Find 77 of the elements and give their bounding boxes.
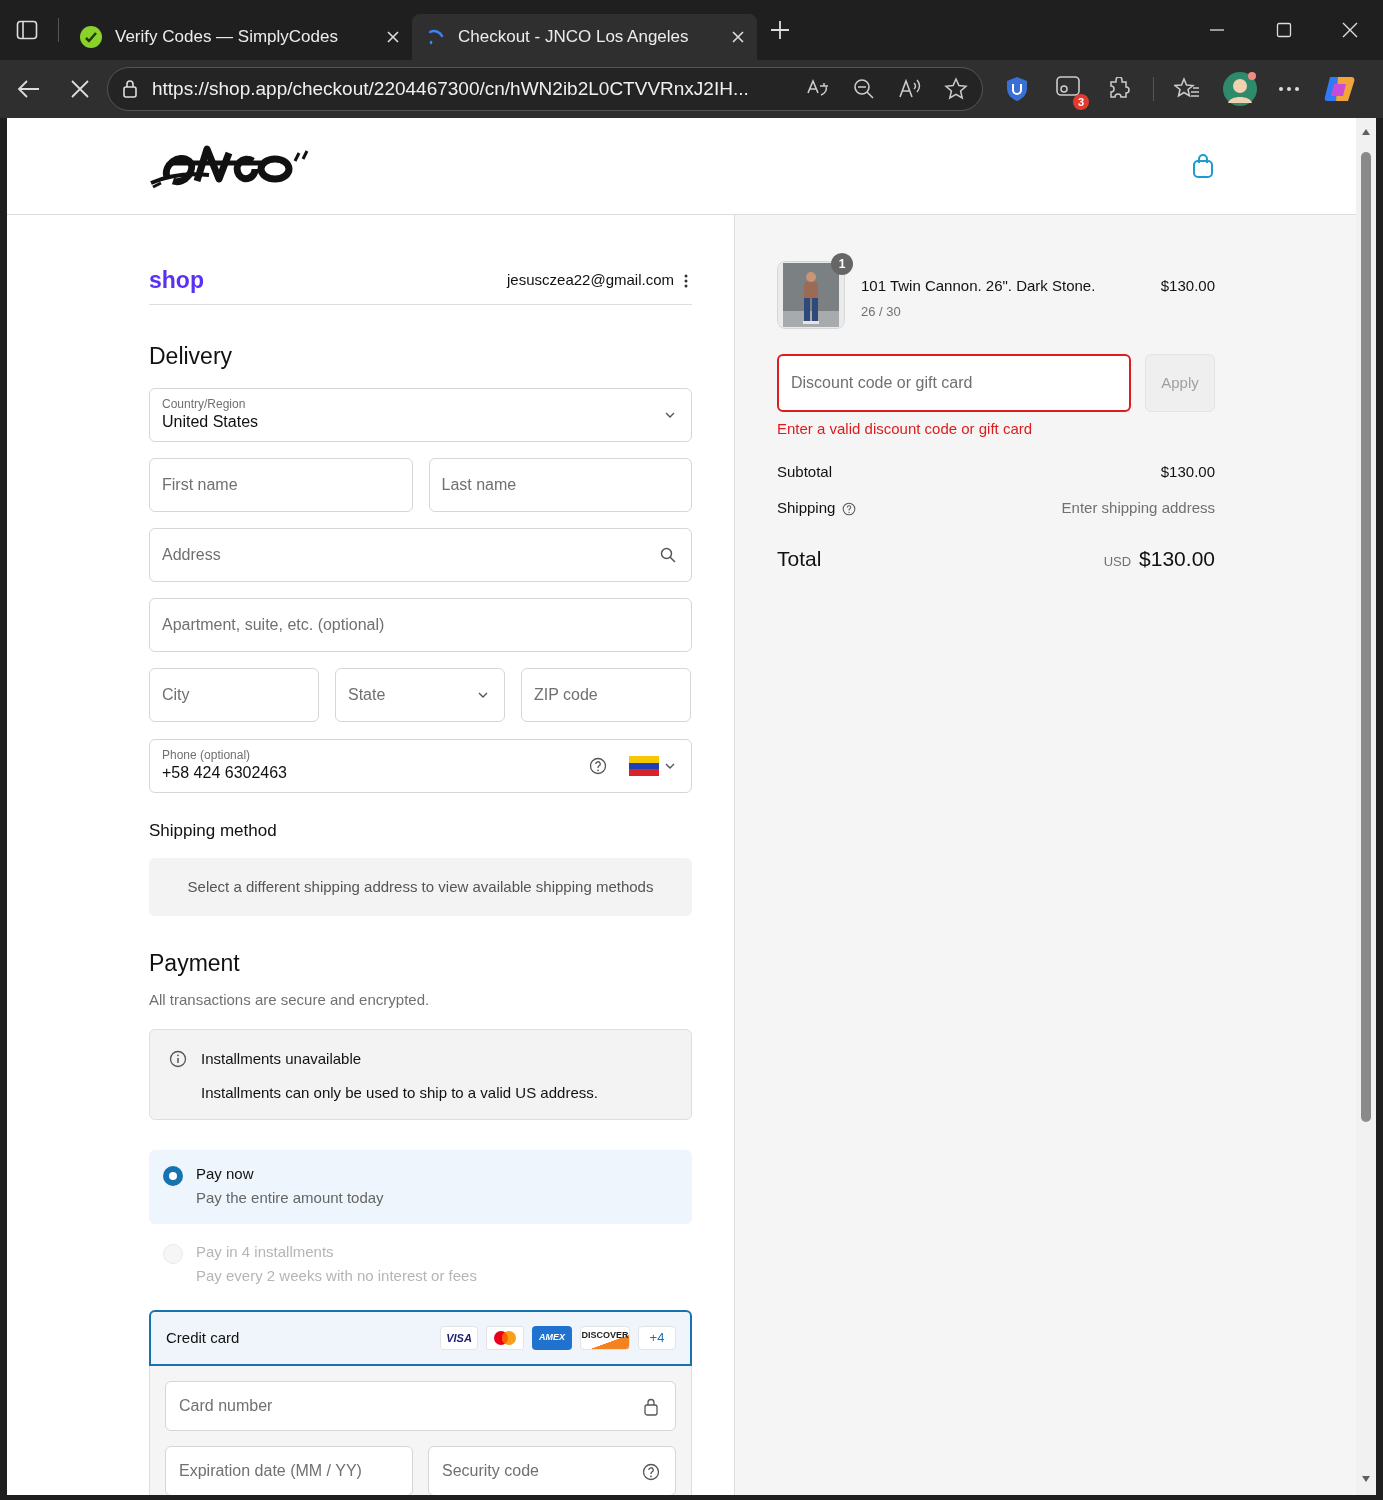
scroll-up-icon[interactable]: [1361, 128, 1371, 136]
chevron-down-icon[interactable]: [665, 762, 675, 769]
payment-option: Pay in 4 installments Pay every 2 weeks with no interest or fees: [149, 1234, 692, 1290]
maximize-icon[interactable]: [1276, 22, 1292, 38]
country-select[interactable]: Country/Region United States: [149, 387, 692, 442]
lock-icon: [122, 80, 138, 98]
summary-value: Enter shipping address: [1061, 498, 1215, 519]
scroll-down-icon[interactable]: [1361, 1475, 1371, 1483]
summary-label: Shipping: [777, 498, 836, 519]
country-flag-icon[interactable]: [629, 755, 659, 776]
close-icon[interactable]: [1342, 22, 1358, 38]
more-icon[interactable]: [1278, 86, 1300, 92]
product-price: $130.00: [1160, 276, 1215, 296]
card-brand-logo: VISA: [440, 1326, 478, 1350]
more-brands-badge: +4: [638, 1326, 676, 1350]
browser-tab[interactable]: Verify Codes — SimplyCodes: [67, 14, 412, 60]
browser-tab[interactable]: Checkout - JNCO Los Angeles: [412, 14, 757, 60]
card-brand-logo: DISCOVER: [580, 1326, 630, 1350]
summary-label: Subtotal: [777, 462, 833, 483]
input-field[interactable]: Last name: [428, 457, 692, 512]
info-icon: [169, 1050, 187, 1069]
search-field[interactable]: Address: [149, 527, 692, 582]
payment-option[interactable]: Pay now Pay the entire amount today: [149, 1150, 692, 1224]
discount-field[interactable]: Discount code or gift card: [777, 354, 1131, 412]
card-brand-logo: AMEX: [532, 1326, 572, 1350]
close-icon[interactable]: [731, 30, 745, 44]
payment-method-option[interactable]: Credit card VISA AMEX DISCOVER +4: [149, 1310, 692, 1366]
help-icon[interactable]: [842, 501, 857, 516]
phone-field[interactable]: Phone (optional) +58 424 6302463: [149, 738, 692, 793]
help-icon[interactable]: [589, 756, 607, 775]
sidebar-icon[interactable]: [16, 20, 38, 40]
card-brand-logo: [486, 1326, 524, 1350]
back-icon[interactable]: [17, 79, 41, 99]
shield-icon[interactable]: [1005, 76, 1029, 102]
summary-value: $130.00: [1160, 462, 1215, 483]
input-field[interactable]: Security code: [428, 1446, 676, 1495]
favorite-star-icon[interactable]: [944, 77, 968, 101]
chevron-down-icon: [665, 411, 675, 418]
new-tab-icon[interactable]: [769, 19, 791, 41]
search-icon: [660, 546, 676, 563]
input-field[interactable]: Expiration date (MM / YY): [165, 1446, 413, 1495]
product-variant: 26 / 30: [861, 302, 902, 321]
notice-title: Installments unavailable: [201, 1049, 362, 1069]
section-subtitle: All transactions are secure and encrypted.: [149, 989, 431, 1010]
shopping-bag-icon[interactable]: [1192, 153, 1214, 179]
more-icon[interactable]: [684, 273, 688, 288]
favorites-icon[interactable]: [1174, 77, 1200, 101]
info-message: Select a different shipping address to view available shipping methods: [149, 858, 692, 916]
notification-badge: 3: [1073, 94, 1089, 110]
input-field[interactable]: Card number: [165, 1381, 676, 1431]
total-amount: $130.00: [1139, 545, 1215, 572]
address-bar[interactable]: https://shop.app/checkout/2204467300/cn/hWN2ib2L0CTVVRnxJ2IH...: [107, 67, 983, 111]
input-field[interactable]: Apartment, suite, etc. (optional): [149, 597, 692, 652]
zoom-out-icon[interactable]: [852, 77, 876, 101]
total-label: Total: [777, 545, 822, 572]
lock-icon: [644, 1398, 658, 1416]
notice-text: Installments can only be used to ship to a valid US address.: [201, 1082, 599, 1103]
extensions-icon[interactable]: [1107, 77, 1131, 101]
shop-logo[interactable]: shop: [149, 263, 204, 298]
close-icon[interactable]: [386, 30, 400, 44]
scrollbar[interactable]: [1356, 118, 1376, 1495]
chevron-down-icon: [478, 691, 488, 698]
section-heading: Payment: [149, 949, 241, 978]
error-message: Enter a valid discount code or gift card: [777, 419, 1034, 439]
input-field[interactable]: ZIP code: [521, 667, 691, 722]
quantity-badge: 1: [831, 253, 853, 275]
state-select[interactable]: State: [335, 667, 505, 722]
stop-icon[interactable]: [71, 80, 89, 98]
section-heading: Shipping method: [149, 819, 278, 842]
section-heading: Delivery: [149, 342, 234, 371]
profile-avatar[interactable]: [1222, 71, 1258, 107]
input-field[interactable]: First name: [149, 457, 413, 512]
product-title: 101 Twin Cannon. 26". Dark Stone.: [861, 276, 1097, 296]
account-email: jesusczea22@gmail.com: [507, 270, 674, 291]
input-field[interactable]: City: [149, 667, 319, 722]
help-icon[interactable]: [642, 1463, 660, 1481]
currency-code: USD: [1103, 552, 1132, 571]
